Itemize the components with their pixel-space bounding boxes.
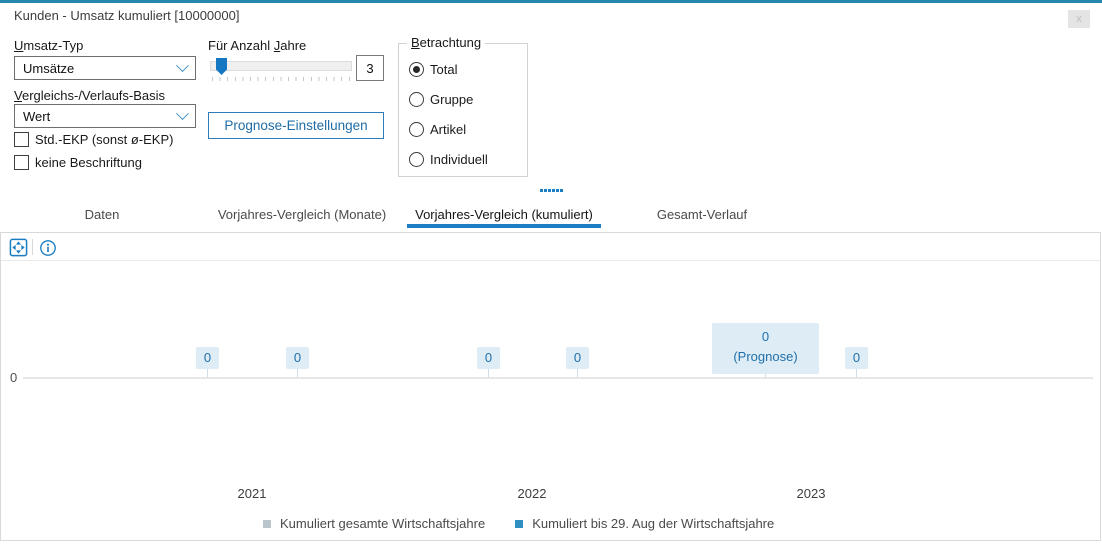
value-label: 0 [566, 347, 589, 369]
keine-beschriftung-label: keine Beschriftung [35, 155, 142, 170]
value-tick [297, 369, 298, 378]
radio-total-label: Total [430, 62, 457, 77]
radio-artikel-label: Artikel [430, 122, 466, 137]
value-label: 0 [477, 347, 500, 369]
fit-page-icon[interactable] [8, 237, 28, 257]
legend-item-gesamte: Kumuliert gesamte Wirtschaftsjahre [263, 516, 485, 531]
info-icon[interactable] [38, 238, 58, 258]
value-tick [577, 369, 578, 378]
std-ekp-label: Std.-EKP (sonst ø-EKP) [35, 132, 173, 147]
value-tick [207, 369, 208, 378]
umsatz-typ-select[interactable]: Umsätze [14, 56, 196, 80]
radio-total[interactable]: Total [409, 62, 457, 76]
keine-beschriftung-checkbox[interactable]: keine Beschriftung [14, 154, 142, 170]
radio-individuell[interactable]: Individuell [409, 152, 488, 166]
value-label: 0 [196, 347, 219, 369]
radio-circle[interactable] [409, 122, 424, 137]
value-label: 0 [845, 347, 868, 369]
basis-select[interactable]: Wert [14, 104, 196, 128]
tab-vorjahres-vergleich-monate[interactable]: Vorjahres-Vergleich (Monate) [214, 205, 390, 228]
chart-panel: 0 0 0 0 0 0 (Prognose) 0 2021 2022 2023 … [0, 232, 1101, 541]
value-tick [488, 369, 489, 378]
prognose-einstellungen-button[interactable]: Prognose-Einstellungen [208, 112, 384, 139]
basis-value: Wert [23, 109, 50, 124]
value-tick [856, 369, 857, 378]
value-label: 0 [286, 347, 309, 369]
chart-legend: Kumuliert gesamte Wirtschaftsjahre Kumul… [263, 516, 774, 531]
years-slider-ticks [212, 77, 351, 81]
close-button[interactable]: x [1068, 10, 1090, 28]
tab-daten[interactable]: Daten [35, 205, 169, 228]
years-value-input[interactable] [356, 55, 384, 81]
window-top-accent [0, 0, 1102, 3]
radio-gruppe-label: Gruppe [430, 92, 473, 107]
x-axis-label-2023: 2023 [781, 486, 841, 501]
umsatz-typ-label: Umsatz-Typ [14, 38, 83, 53]
anzahl-jahre-label: Für Anzahl Jahre [208, 38, 306, 53]
std-ekp-checkbox[interactable]: Std.-EKP (sonst ø-EKP) [14, 131, 173, 147]
x-axis-label-2022: 2022 [502, 486, 562, 501]
radio-artikel[interactable]: Artikel [409, 122, 466, 136]
toolbar-divider [32, 239, 33, 255]
basis-label: Vergleichs-/Verlaufs-Basis [14, 88, 165, 103]
legend-item-bis-aug: Kumuliert bis 29. Aug der Wirtschaftsjah… [515, 516, 774, 531]
checkbox-box[interactable] [14, 132, 29, 147]
app-window: Kunden - Umsatz kumuliert [10000000] x U… [0, 0, 1102, 546]
radio-circle[interactable] [409, 62, 424, 77]
window-title: Kunden - Umsatz kumuliert [10000000] [14, 8, 239, 23]
prognose-note: (Prognose) [712, 347, 819, 367]
x-axis-line [23, 377, 1093, 379]
legend-marker-blue-icon [515, 520, 523, 528]
prognose-value: 0 [712, 327, 819, 347]
x-axis-label-2021: 2021 [222, 486, 282, 501]
toolbar-separator [1, 260, 1100, 261]
checkbox-box[interactable] [14, 155, 29, 170]
y-axis-zero-tick: 0 [10, 370, 17, 385]
prognose-value-label: 0 (Prognose) [712, 323, 819, 374]
betrachtung-group-label: Betrachtung [407, 35, 485, 50]
radio-gruppe[interactable]: Gruppe [409, 92, 473, 106]
years-slider-track[interactable] [210, 61, 352, 71]
tab-vorjahres-vergleich-kumuliert[interactable]: Vorjahres-Vergleich (kumuliert) [407, 205, 601, 228]
legend-label: Kumuliert bis 29. Aug der Wirtschaftsjah… [532, 516, 774, 531]
legend-label: Kumuliert gesamte Wirtschaftsjahre [280, 516, 485, 531]
chevron-down-icon [176, 107, 189, 120]
years-slider-thumb[interactable] [216, 58, 227, 75]
chevron-down-icon [176, 59, 189, 72]
betrachtung-group: Betrachtung Total Gruppe Artikel Individ… [398, 43, 528, 177]
radio-circle[interactable] [409, 92, 424, 107]
umsatz-typ-value: Umsätze [23, 61, 74, 76]
splitter-handle[interactable] [540, 189, 563, 192]
legend-marker-gray-icon [263, 520, 271, 528]
tab-gesamt-verlauf[interactable]: Gesamt-Verlauf [654, 205, 750, 228]
radio-individuell-label: Individuell [430, 152, 488, 167]
radio-circle[interactable] [409, 152, 424, 167]
